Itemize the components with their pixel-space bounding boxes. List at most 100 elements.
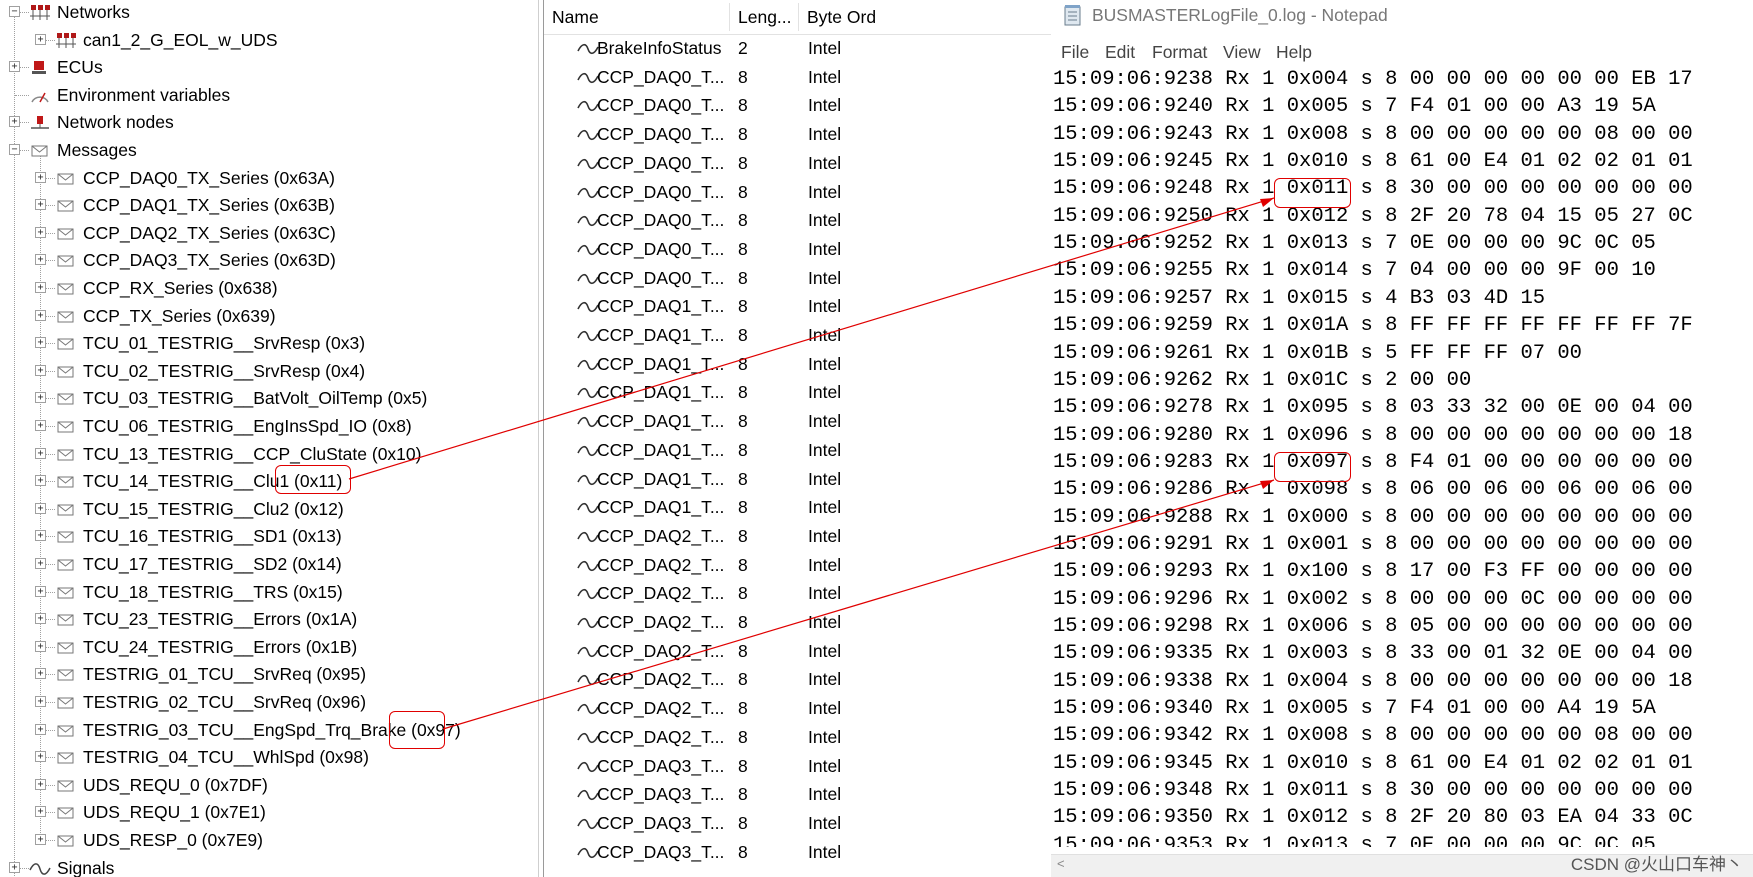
tree-item-network-nodes[interactable]: + Network nodes	[0, 109, 530, 136]
tree-item-message[interactable]: + UDS_REQU_1 (0x7E1)	[0, 799, 530, 826]
tree-item-message[interactable]: + TCU_01_TESTRIG__SrvResp (0x3)	[0, 330, 530, 357]
signal-row[interactable]: CCP_DAQ1_T... 8 Intel	[544, 378, 1051, 407]
expand-icon[interactable]: +	[35, 723, 46, 735]
expand-icon[interactable]: +	[35, 364, 46, 376]
signal-row[interactable]: CCP_DAQ0_T... 8 Intel	[544, 63, 1051, 92]
expand-icon[interactable]: +	[35, 254, 46, 266]
signal-row[interactable]: CCP_DAQ1_T... 8 Intel	[544, 350, 1051, 379]
signal-row[interactable]: BrakeInfoStatus 2 Intel	[544, 34, 1051, 63]
expand-icon[interactable]: +	[35, 558, 46, 569]
column-header-byte-order[interactable]: Byte Ord	[799, 0, 876, 34]
expand-icon[interactable]: +	[35, 751, 46, 763]
tree-item-ecus[interactable]: + ECUs	[0, 54, 530, 81]
signal-row[interactable]: CCP_DAQ0_T... 8 Intel	[544, 120, 1051, 149]
tree-item-message[interactable]: + UDS_REQU_0 (0x7DF)	[0, 772, 530, 799]
signal-row[interactable]: CCP_DAQ3_T... 8 Intel	[544, 780, 1051, 809]
expand-icon[interactable]: +	[35, 640, 46, 652]
tree-item-messages[interactable]: − Messages	[0, 137, 530, 164]
menu-edit[interactable]: Edit	[1105, 38, 1135, 66]
tree-item-message[interactable]: + UDS_RESP_0 (0x7E9)	[0, 827, 530, 854]
tree-item-message[interactable]: + TESTRIG_02_TCU__SrvReq (0x96)	[0, 689, 530, 716]
expand-icon[interactable]: +	[35, 199, 46, 211]
expand-icon[interactable]: +	[35, 420, 46, 431]
signal-row[interactable]: CCP_DAQ2_T... 8 Intel	[544, 637, 1051, 666]
signal-row[interactable]: CCP_DAQ0_T... 8 Intel	[544, 178, 1051, 207]
expand-icon[interactable]: +	[9, 861, 20, 873]
tree-item-message[interactable]: + CCP_DAQ2_TX_Series (0x63C)	[0, 220, 530, 247]
signal-row[interactable]: CCP_DAQ1_T... 8 Intel	[544, 407, 1051, 436]
expand-icon[interactable]: +	[35, 337, 46, 349]
tree-item-message[interactable]: + TCU_13_TESTRIG__CCP_CluState (0x10)	[0, 441, 530, 468]
expand-icon[interactable]: +	[35, 226, 46, 238]
expand-icon[interactable]: +	[35, 585, 46, 597]
expand-icon[interactable]: +	[35, 447, 46, 459]
tree-item-network[interactable]: + can1_2_G_EOL_w_UDS	[0, 27, 530, 54]
expand-icon[interactable]: +	[35, 696, 46, 707]
signal-row[interactable]: CCP_DAQ2_T... 8 Intel	[544, 551, 1051, 580]
expand-icon[interactable]: +	[35, 475, 46, 487]
tree-item-message[interactable]: + TCU_17_TESTRIG__SD2 (0x14)	[0, 551, 530, 578]
tree-item-environment-variables[interactable]: Environment variables	[0, 82, 530, 109]
signal-row[interactable]: CCP_DAQ1_T... 8 Intel	[544, 292, 1051, 321]
expand-icon[interactable]: +	[35, 834, 46, 845]
signal-row[interactable]: CCP_DAQ1_T... 8 Intel	[544, 465, 1051, 494]
notepad-text-area[interactable]: 15:09:06:9238 Rx 1 0x004 s 8 00 00 00 00…	[1051, 66, 1753, 847]
expand-icon[interactable]: +	[35, 530, 46, 542]
menu-view[interactable]: View	[1223, 38, 1261, 66]
signal-row[interactable]: CCP_DAQ2_T... 8 Intel	[544, 665, 1051, 694]
column-header-name[interactable]: Name	[544, 0, 599, 34]
signal-row[interactable]: CCP_DAQ2_T... 8 Intel	[544, 522, 1051, 551]
expand-icon[interactable]: +	[35, 613, 46, 625]
tree-item-message[interactable]: + TCU_23_TESTRIG__Errors (0x1A)	[0, 606, 530, 633]
tree-item-message[interactable]: + CCP_DAQ0_TX_Series (0x63A)	[0, 165, 530, 192]
tree-item-message[interactable]: + TCU_03_TESTRIG__BatVolt_OilTemp (0x5)	[0, 385, 530, 412]
tree-item-message[interactable]: + TCU_18_TESTRIG__TRS (0x15)	[0, 579, 530, 606]
tree-item-message[interactable]: + TCU_02_TESTRIG__SrvResp (0x4)	[0, 358, 530, 385]
tree-item-networks[interactable]: − Networks	[0, 0, 530, 26]
tree-item-message[interactable]: + TESTRIG_01_TCU__SrvReq (0x95)	[0, 661, 530, 688]
collapse-icon[interactable]: −	[9, 144, 20, 155]
expand-icon[interactable]: +	[35, 502, 46, 514]
signal-row[interactable]: CCP_DAQ3_T... 8 Intel	[544, 752, 1051, 781]
scroll-left-icon[interactable]: <	[1057, 856, 1065, 871]
signal-row[interactable]: CCP_DAQ2_T... 8 Intel	[544, 694, 1051, 723]
tree-item-message[interactable]: + CCP_DAQ1_TX_Series (0x63B)	[0, 192, 530, 219]
tree-item-signals[interactable]: + Signals	[0, 855, 530, 877]
menu-format[interactable]: Format	[1152, 38, 1207, 66]
signal-row[interactable]: CCP_DAQ0_T... 8 Intel	[544, 235, 1051, 264]
signal-row[interactable]: CCP_DAQ1_T... 8 Intel	[544, 493, 1051, 522]
signal-row[interactable]: CCP_DAQ0_T... 8 Intel	[544, 149, 1051, 178]
expand-icon[interactable]: +	[35, 806, 46, 818]
signal-row[interactable]: CCP_DAQ1_T... 8 Intel	[544, 321, 1051, 350]
expand-icon[interactable]: +	[35, 668, 46, 680]
expand-icon[interactable]: +	[35, 33, 46, 45]
tree-item-message[interactable]: + TCU_15_TESTRIG__Clu2 (0x12)	[0, 496, 530, 523]
signal-row[interactable]: CCP_DAQ0_T... 8 Intel	[544, 91, 1051, 120]
column-header-length[interactable]: Leng...	[730, 0, 792, 34]
menu-file[interactable]: File	[1061, 38, 1089, 66]
signal-row[interactable]: CCP_DAQ2_T... 8 Intel	[544, 723, 1051, 752]
tree-item-message[interactable]: + TCU_14_TESTRIG__Clu1 (0x11)	[0, 468, 530, 495]
tree-item-message[interactable]: + TESTRIG_03_TCU__EngSpd_Trq_Brake (0x97)	[0, 717, 530, 744]
expand-icon[interactable]: +	[9, 61, 20, 73]
signal-row[interactable]: CCP_DAQ0_T... 8 Intel	[544, 264, 1051, 293]
menu-help[interactable]: Help	[1276, 38, 1312, 66]
expand-icon[interactable]: +	[9, 116, 20, 128]
tree-item-message[interactable]: + TESTRIG_04_TCU__WhlSpd (0x98)	[0, 744, 530, 771]
tree-item-message[interactable]: + TCU_16_TESTRIG__SD1 (0x13)	[0, 523, 530, 550]
signal-row[interactable]: CCP_DAQ3_T... 8 Intel	[544, 838, 1051, 867]
tree-item-message[interactable]: + CCP_DAQ3_TX_Series (0x63D)	[0, 247, 530, 274]
tree-item-message[interactable]: + TCU_06_TESTRIG__EngInsSpd_IO (0x8)	[0, 413, 530, 440]
expand-icon[interactable]: +	[35, 392, 46, 404]
tree-item-message[interactable]: + TCU_24_TESTRIG__Errors (0x1B)	[0, 634, 530, 661]
signal-row[interactable]: CCP_DAQ0_T... 8 Intel	[544, 206, 1051, 235]
signal-row[interactable]: CCP_DAQ2_T... 8 Intel	[544, 608, 1051, 637]
expand-icon[interactable]: +	[35, 282, 46, 293]
signal-row[interactable]: CCP_DAQ3_T... 8 Intel	[544, 809, 1051, 838]
expand-icon[interactable]: +	[35, 778, 46, 790]
tree-item-message[interactable]: + CCP_TX_Series (0x639)	[0, 303, 530, 330]
expand-icon[interactable]: +	[35, 171, 46, 183]
signal-row[interactable]: CCP_DAQ2_T... 8 Intel	[544, 579, 1051, 608]
expand-icon[interactable]: +	[35, 309, 46, 321]
collapse-icon[interactable]: −	[9, 6, 20, 17]
